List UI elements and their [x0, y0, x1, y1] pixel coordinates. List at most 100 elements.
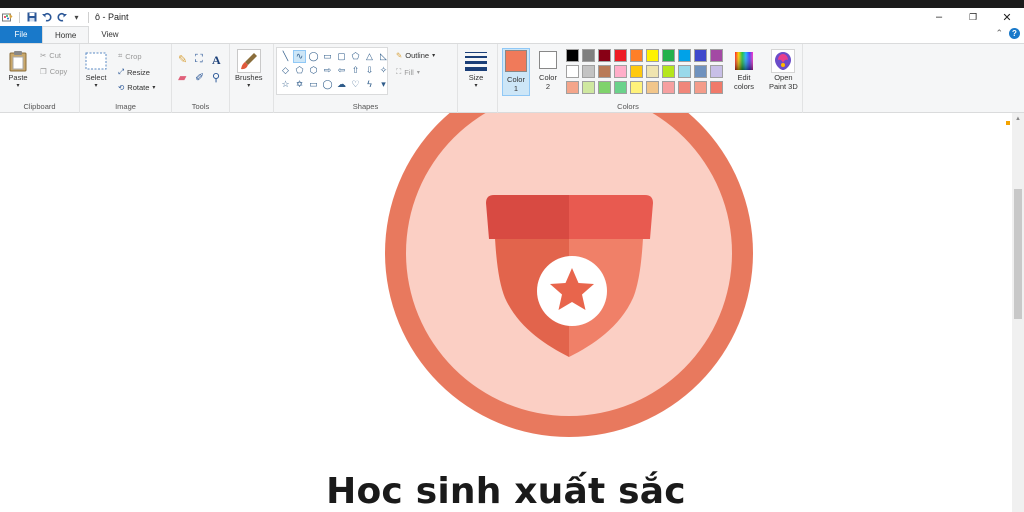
- palette-swatch[interactable]: [646, 49, 659, 62]
- select-dropdown-icon[interactable]: ▾: [94, 82, 97, 89]
- five-point-star-shape-icon[interactable]: ☆: [280, 79, 291, 90]
- palette-swatch[interactable]: [598, 65, 611, 78]
- collapse-ribbon-icon[interactable]: ⌃: [995, 28, 1003, 39]
- triangle-shape-icon[interactable]: △: [364, 51, 375, 62]
- tab-view[interactable]: View: [89, 26, 130, 43]
- help-icon[interactable]: ?: [1009, 28, 1020, 39]
- palette-swatch[interactable]: [566, 49, 579, 62]
- redo-icon[interactable]: [56, 12, 67, 23]
- tab-file[interactable]: File: [0, 26, 42, 43]
- minimize-button[interactable]: –: [922, 8, 956, 26]
- palette-swatch[interactable]: [694, 65, 707, 78]
- outline-dropdown-icon: ▾: [432, 53, 436, 59]
- palette-swatch[interactable]: [662, 81, 675, 94]
- left-arrow-shape-icon[interactable]: ⇦: [336, 65, 347, 76]
- restore-button[interactable]: ❐: [956, 8, 990, 26]
- palette-swatch[interactable]: [694, 81, 707, 94]
- palette-swatch[interactable]: [646, 81, 659, 94]
- cut-button[interactable]: ✂ Cut: [40, 51, 61, 60]
- more-shapes-icon[interactable]: ▾: [378, 79, 389, 90]
- size-button[interactable]: Size ▾: [464, 49, 488, 89]
- rotate-label: Rotate: [127, 83, 150, 92]
- color2-button[interactable]: Color 2: [534, 48, 562, 96]
- open-paint3d-button[interactable]: Open Paint 3D: [769, 49, 798, 91]
- paint-app-icon[interactable]: [2, 12, 13, 23]
- magnifier-icon[interactable]: ⚲: [212, 71, 226, 87]
- palette-swatch[interactable]: [646, 65, 659, 78]
- paste-button[interactable]: Paste ▾: [6, 49, 30, 89]
- up-arrow-shape-icon[interactable]: ⇧: [350, 65, 361, 76]
- palette-swatch[interactable]: [614, 49, 627, 62]
- copy-button[interactable]: ❐ Copy: [40, 67, 67, 76]
- rounded-rectangle-shape-icon[interactable]: ▢: [336, 51, 347, 62]
- curve-shape-icon[interactable]: ∿: [293, 50, 306, 63]
- palette-swatch[interactable]: [662, 65, 675, 78]
- color-picker-icon[interactable]: ✐: [195, 71, 209, 87]
- scrollbar-thumb[interactable]: [1014, 189, 1022, 319]
- rectangle-shape-icon[interactable]: ▭: [322, 51, 333, 62]
- customize-quick-access-icon[interactable]: ▾: [71, 12, 82, 23]
- resize-label: Resize: [127, 67, 150, 77]
- lightning-shape-icon[interactable]: ϟ: [364, 79, 375, 90]
- fill-button[interactable]: ⛶ Fill ▾: [396, 67, 420, 77]
- canvas-resize-handle[interactable]: [1006, 121, 1010, 125]
- outline-button[interactable]: ✎ Outline ▾: [396, 51, 435, 60]
- four-point-star-shape-icon[interactable]: ✧: [378, 65, 389, 76]
- oval-callout-shape-icon[interactable]: ◯: [322, 79, 333, 90]
- tab-home[interactable]: Home: [42, 26, 90, 43]
- close-button[interactable]: ✕: [990, 8, 1024, 26]
- palette-swatch[interactable]: [566, 81, 579, 94]
- heart-shape-icon[interactable]: ♡: [350, 79, 361, 90]
- edit-colors-button[interactable]: Edit colors: [732, 49, 756, 91]
- vertical-scrollbar[interactable]: ▲: [1012, 113, 1024, 512]
- down-arrow-shape-icon[interactable]: ⇩: [364, 65, 375, 76]
- palette-swatch[interactable]: [598, 81, 611, 94]
- save-icon[interactable]: [26, 12, 37, 23]
- palette-swatch[interactable]: [630, 65, 643, 78]
- polygon-shape-icon[interactable]: ⬠: [350, 51, 361, 62]
- rotate-button[interactable]: ⟲ Rotate ▾: [118, 83, 155, 92]
- palette-swatch[interactable]: [678, 81, 691, 94]
- palette-swatch[interactable]: [582, 49, 595, 62]
- line-shape-icon[interactable]: ╲: [280, 51, 291, 62]
- palette-swatch[interactable]: [614, 81, 627, 94]
- palette-swatch[interactable]: [678, 65, 691, 78]
- hexagon-shape-icon[interactable]: ⬡: [308, 65, 319, 76]
- palette-swatch[interactable]: [710, 81, 723, 94]
- color1-button[interactable]: Color 1: [502, 48, 530, 96]
- text-tool-icon[interactable]: A: [212, 53, 226, 69]
- rect-callout-shape-icon[interactable]: ▭: [308, 79, 319, 90]
- palette-swatch[interactable]: [694, 49, 707, 62]
- diamond-shape-icon[interactable]: ◇: [280, 65, 291, 76]
- pencil-icon[interactable]: ✎: [178, 53, 192, 69]
- right-arrow-shape-icon[interactable]: ⇨: [322, 65, 333, 76]
- drawing-canvas[interactable]: Hoc sinh xuất sắc: [0, 113, 1012, 512]
- cloud-callout-shape-icon[interactable]: ☁: [336, 79, 347, 90]
- palette-swatch[interactable]: [582, 65, 595, 78]
- palette-swatch[interactable]: [614, 65, 627, 78]
- brushes-button[interactable]: Brushes ▾: [235, 49, 263, 89]
- palette-swatch[interactable]: [710, 49, 723, 62]
- palette-swatch[interactable]: [566, 65, 579, 78]
- palette-swatch[interactable]: [662, 49, 675, 62]
- eraser-icon[interactable]: ▰: [178, 71, 192, 87]
- scroll-up-icon[interactable]: ▲: [1012, 113, 1024, 125]
- resize-button[interactable]: ⤢ Resize: [118, 67, 150, 77]
- palette-swatch[interactable]: [630, 49, 643, 62]
- outline-label: Outline: [405, 51, 430, 60]
- palette-swatch[interactable]: [598, 49, 611, 62]
- undo-icon[interactable]: [41, 12, 52, 23]
- six-point-star-shape-icon[interactable]: ✡: [294, 79, 305, 90]
- right-triangle-shape-icon[interactable]: ◺: [378, 51, 389, 62]
- palette-swatch[interactable]: [678, 49, 691, 62]
- crop-button[interactable]: ⌗ Crop: [118, 51, 142, 61]
- palette-swatch[interactable]: [630, 81, 643, 94]
- palette-swatch[interactable]: [710, 65, 723, 78]
- paste-dropdown-icon[interactable]: ▾: [16, 82, 19, 89]
- select-button[interactable]: Select ▾: [84, 49, 108, 89]
- palette-swatch[interactable]: [582, 81, 595, 94]
- pentagon-shape-icon[interactable]: ⬠: [294, 65, 305, 76]
- badge-artwork: [385, 113, 753, 437]
- fill-bucket-icon[interactable]: ⛶: [195, 53, 209, 69]
- oval-shape-icon[interactable]: ◯: [308, 51, 319, 62]
